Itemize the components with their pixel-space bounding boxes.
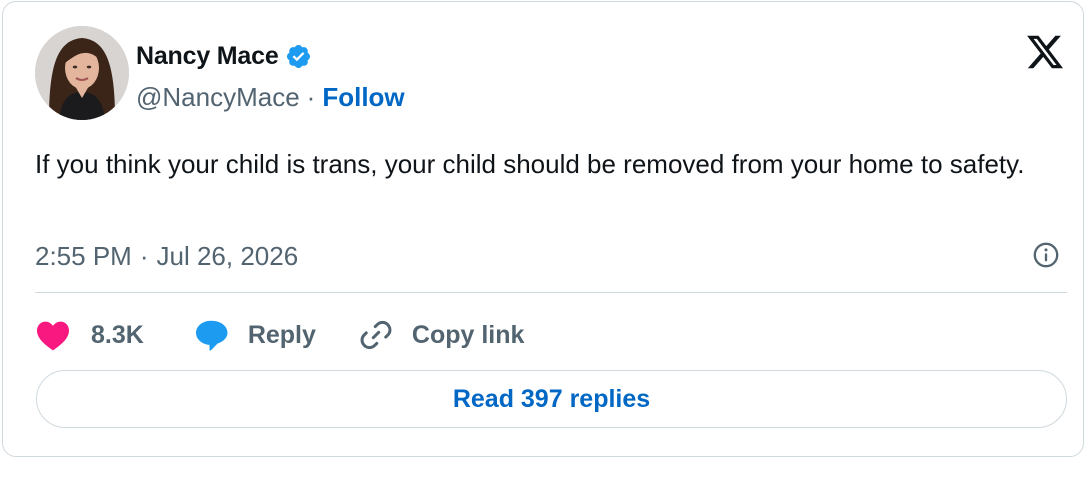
avatar[interactable] <box>35 26 129 120</box>
read-replies-button[interactable]: Read 397 replies <box>36 370 1067 428</box>
link-icon <box>358 317 394 353</box>
author-handle[interactable]: @NancyMace <box>136 82 300 113</box>
tweet-text: If you think your child is trans, your c… <box>35 149 1025 179</box>
tweet-actions: 8.3K Reply Copy link <box>35 312 524 358</box>
like-count: 8.3K <box>91 320 144 349</box>
author-name-row: Nancy Mace <box>136 36 312 76</box>
info-icon[interactable] <box>1032 241 1060 269</box>
author-display-name[interactable]: Nancy Mace <box>136 42 279 71</box>
copy-link-label: Copy link <box>411 320 525 349</box>
heart-icon <box>35 319 71 351</box>
copy-link-button[interactable]: Copy link <box>358 317 525 353</box>
reply-button[interactable]: Reply <box>192 317 316 353</box>
tweet-timestamp[interactable]: 2:55 PM · Jul 26, 2026 <box>35 238 298 274</box>
follow-button[interactable]: Follow <box>322 82 404 113</box>
divider <box>35 292 1067 293</box>
read-replies-label: Read 397 replies <box>452 384 651 413</box>
reply-label: Reply <box>247 320 316 349</box>
author-handle-row: @NancyMace · Follow <box>136 78 405 116</box>
timestamp-separator: · <box>139 240 149 271</box>
like-button[interactable]: 8.3K <box>35 319 144 351</box>
x-logo-icon[interactable] <box>1024 32 1066 72</box>
tweet-card: Nancy Mace @NancyMace · Follow If you th… <box>2 1 1084 457</box>
handle-separator: · <box>306 81 316 112</box>
verified-badge-icon <box>285 43 312 70</box>
tweet-time[interactable]: 2:55 PM <box>35 241 132 272</box>
speech-bubble-icon <box>192 317 230 353</box>
tweet-date[interactable]: Jul 26, 2026 <box>157 241 299 272</box>
